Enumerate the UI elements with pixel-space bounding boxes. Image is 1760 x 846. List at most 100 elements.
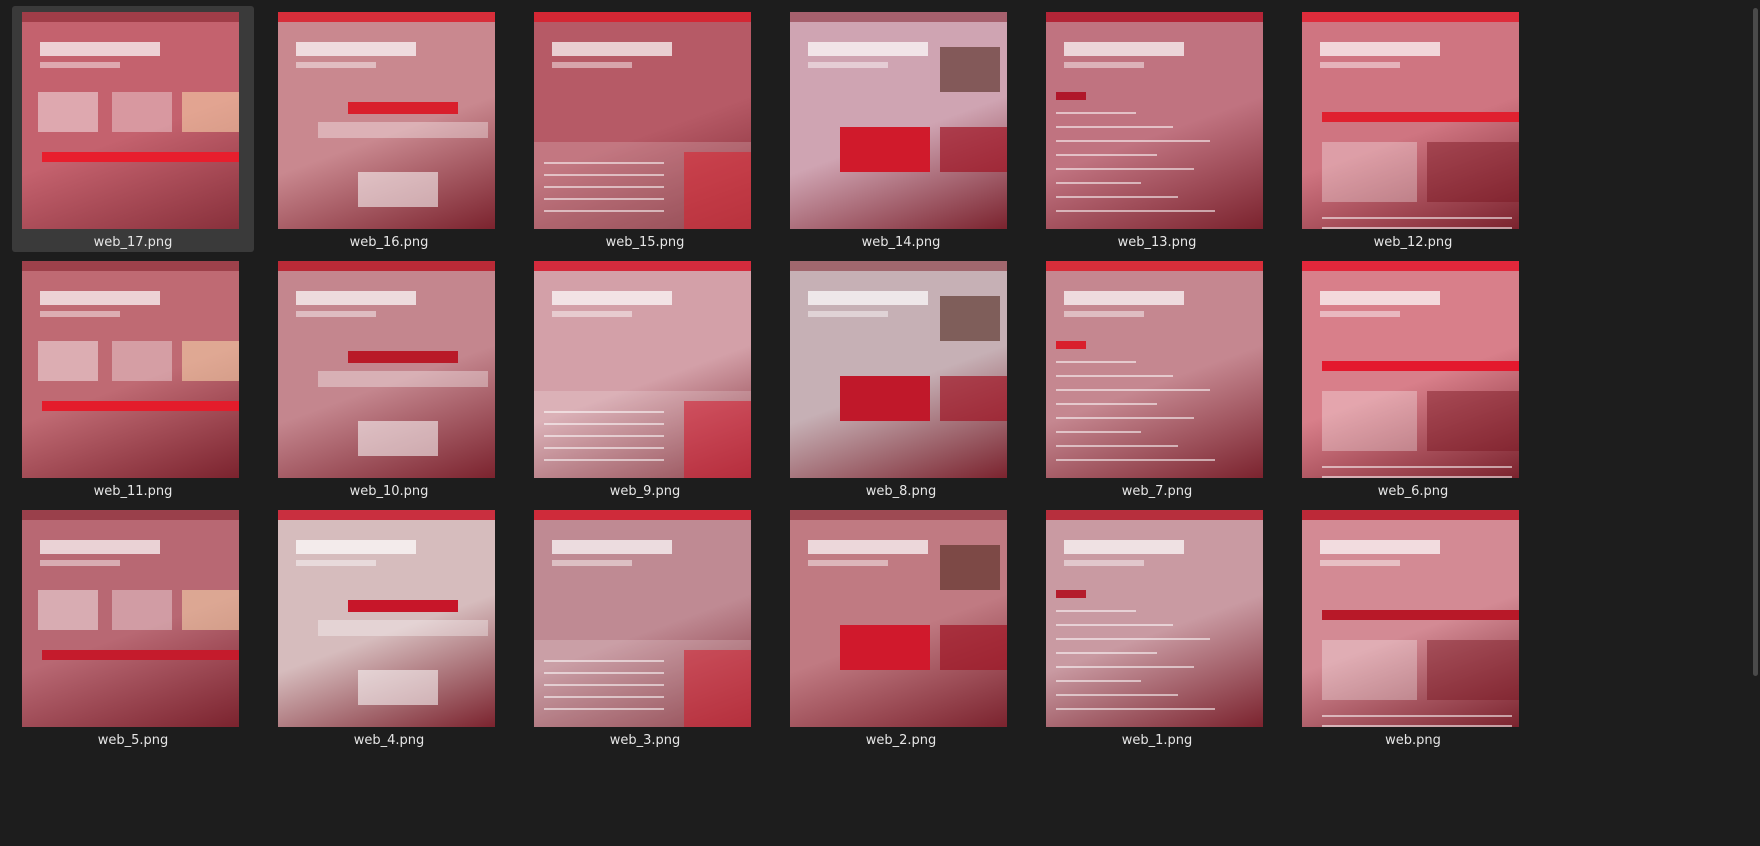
thumb-heading xyxy=(296,42,416,56)
file-tile[interactable]: web_17.png xyxy=(12,6,254,252)
thumb-subheading xyxy=(1320,311,1400,317)
file-thumbnail-image[interactable] xyxy=(22,261,239,478)
file-tile[interactable]: web_3.png xyxy=(524,504,766,750)
thumb-card xyxy=(1427,640,1519,700)
thumb-subheading xyxy=(552,62,632,68)
file-thumbnail-image[interactable] xyxy=(790,12,1007,229)
file-thumbnail-image[interactable] xyxy=(1046,261,1263,478)
thumb-heading xyxy=(40,540,160,554)
thumb-card xyxy=(182,590,239,630)
file-tile[interactable]: web_13.png xyxy=(1036,6,1278,252)
thumb-heading xyxy=(808,291,928,305)
thumb-text-line xyxy=(1056,417,1194,419)
thumb-photo xyxy=(940,47,1000,92)
thumb-text-line xyxy=(1322,715,1512,717)
thumb-card xyxy=(112,92,172,132)
file-thumbnail-image[interactable] xyxy=(790,261,1007,478)
thumb-tag xyxy=(1056,341,1086,349)
file-tile[interactable]: web_15.png xyxy=(524,6,766,252)
file-thumbnail-image[interactable] xyxy=(1302,261,1519,478)
file-tile[interactable]: web_10.png xyxy=(268,255,510,501)
thumb-text-line xyxy=(544,696,664,698)
thumb-heading xyxy=(808,42,928,56)
file-tile[interactable]: web_7.png xyxy=(1036,255,1278,501)
thumb-image xyxy=(940,376,1007,421)
thumb-text-line xyxy=(1056,431,1141,433)
thumb-banner xyxy=(1322,112,1519,122)
file-thumbnail-image[interactable] xyxy=(534,510,751,727)
thumb-card xyxy=(358,421,438,456)
file-tile[interactable]: web_16.png xyxy=(268,6,510,252)
file-tile[interactable]: web_6.png xyxy=(1292,255,1534,501)
thumb-card xyxy=(38,341,98,381)
thumb-nav-bar xyxy=(1046,510,1263,520)
file-tile[interactable]: web_12.png xyxy=(1292,6,1534,252)
file-thumbnail-image[interactable] xyxy=(1302,510,1519,727)
file-thumbnail-image[interactable] xyxy=(278,510,495,727)
thumb-photo xyxy=(940,296,1000,341)
thumb-text-line xyxy=(1056,638,1210,640)
file-tile[interactable]: web_1.png xyxy=(1036,504,1278,750)
thumb-text-line xyxy=(1056,403,1157,405)
thumb-text-line xyxy=(1056,168,1194,170)
file-tile[interactable]: web_5.png xyxy=(12,504,254,750)
thumb-heading xyxy=(1320,540,1440,554)
file-thumbnail-image[interactable] xyxy=(22,12,239,229)
file-thumbnail-image[interactable] xyxy=(534,12,751,229)
file-tile[interactable]: web_4.png xyxy=(268,504,510,750)
file-tile[interactable]: web_14.png xyxy=(780,6,1022,252)
thumb-card xyxy=(182,92,239,132)
thumb-heading xyxy=(552,291,672,305)
thumb-text-line xyxy=(544,210,664,212)
thumb-heading xyxy=(1064,42,1184,56)
thumb-text-line xyxy=(544,672,664,674)
thumb-heading xyxy=(296,291,416,305)
thumb-text-line xyxy=(1056,112,1136,114)
thumb-text-line xyxy=(1322,227,1512,229)
vertical-scrollbar[interactable] xyxy=(1753,8,1758,676)
thumb-nav-bar xyxy=(1046,12,1263,22)
thumb-text-line xyxy=(1056,182,1141,184)
file-thumbnail-image[interactable] xyxy=(278,261,495,478)
file-name-label: web.png xyxy=(1385,733,1441,748)
file-name-label: web_3.png xyxy=(609,733,681,748)
thumb-heading xyxy=(808,540,928,554)
thumb-banner xyxy=(348,102,458,114)
file-thumbnail-image[interactable] xyxy=(1302,12,1519,229)
thumb-text-line xyxy=(544,708,664,710)
thumb-image xyxy=(940,127,1007,172)
thumb-text-line xyxy=(1056,196,1178,198)
thumb-text-line xyxy=(1056,154,1157,156)
thumb-text-line xyxy=(544,411,664,413)
file-thumbnail-image[interactable] xyxy=(22,510,239,727)
file-tile[interactable]: web_9.png xyxy=(524,255,766,501)
file-thumbnail-image[interactable] xyxy=(790,510,1007,727)
thumb-image xyxy=(940,625,1007,670)
thumb-nav-bar xyxy=(22,261,239,271)
thumb-strip xyxy=(318,122,488,138)
file-name-label: web_10.png xyxy=(349,484,429,499)
thumb-subheading xyxy=(296,311,376,317)
file-tile[interactable]: web_2.png xyxy=(780,504,1022,750)
file-thumbnail-image[interactable] xyxy=(1046,12,1263,229)
file-tile[interactable]: web_8.png xyxy=(780,255,1022,501)
file-tile[interactable]: web.png xyxy=(1292,504,1534,750)
thumb-text-line xyxy=(544,447,664,449)
thumb-nav-bar xyxy=(534,261,751,271)
thumb-nav-bar xyxy=(790,12,1007,22)
file-tile[interactable]: web_11.png xyxy=(12,255,254,501)
thumb-nav-bar xyxy=(534,12,751,22)
file-thumbnail-image[interactable] xyxy=(1046,510,1263,727)
thumb-nav-bar xyxy=(22,12,239,22)
thumb-subheading xyxy=(808,560,888,566)
thumb-tag xyxy=(1056,590,1086,598)
thumb-text-line xyxy=(1056,126,1173,128)
thumb-text-line xyxy=(1056,140,1210,142)
thumb-heading xyxy=(296,540,416,554)
thumb-heading xyxy=(40,291,160,305)
file-thumbnail-image[interactable] xyxy=(534,261,751,478)
file-thumbnail-image[interactable] xyxy=(278,12,495,229)
thumb-nav-bar xyxy=(1046,261,1263,271)
thumb-image xyxy=(684,152,751,229)
thumb-subheading xyxy=(808,62,888,68)
